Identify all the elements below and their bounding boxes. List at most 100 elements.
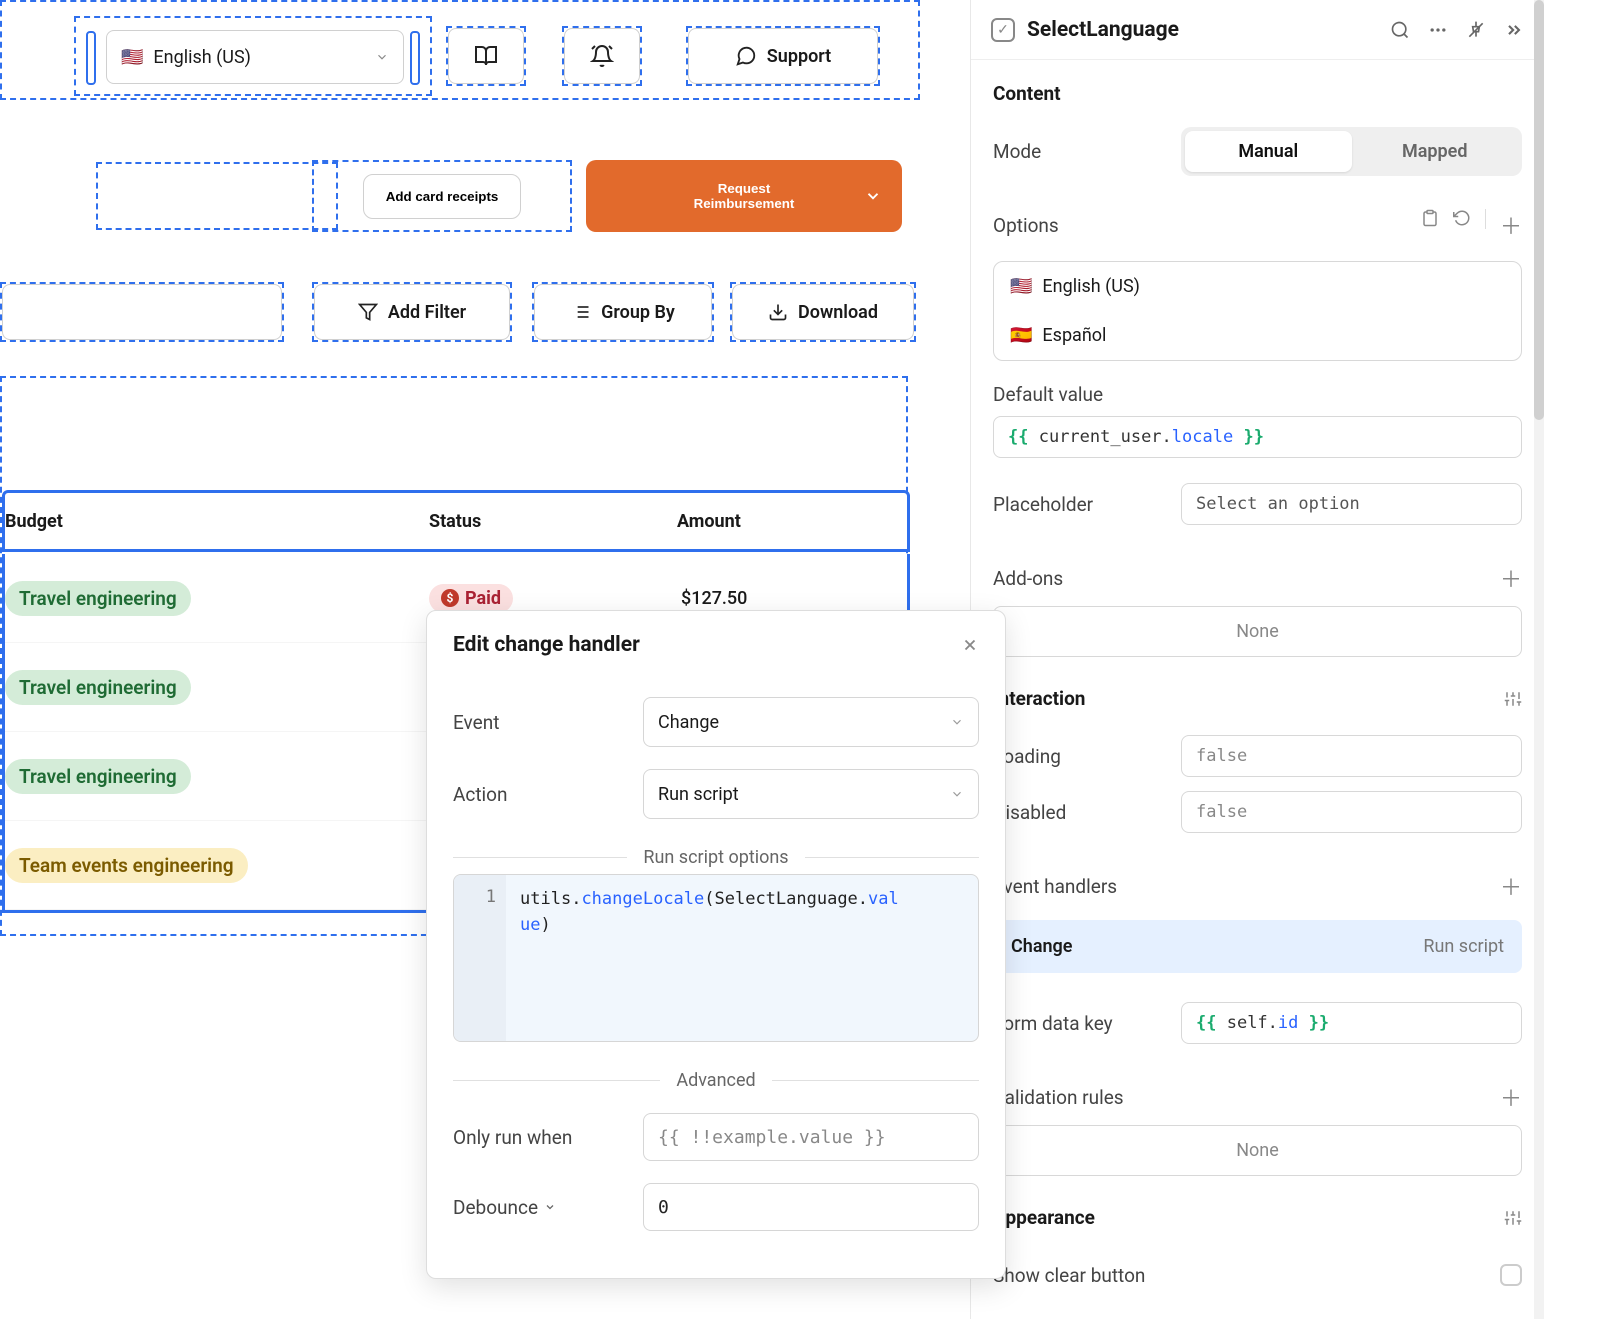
placeholder-input[interactable]: Select an option	[1181, 483, 1522, 525]
edit-handler-modal: Edit change handler Event Change Action …	[426, 610, 1006, 1279]
option-label: Español	[1042, 325, 1106, 346]
debounce-label[interactable]: Debounce	[453, 1196, 643, 1219]
unpin-icon[interactable]	[1466, 20, 1486, 40]
scrollbar[interactable]	[1534, 0, 1544, 1319]
mode-manual[interactable]: Manual	[1185, 131, 1352, 172]
addons-label: Add-ons	[993, 567, 1181, 590]
show-clear-label: Show clear button	[993, 1264, 1145, 1287]
form-data-key-label: Form data key	[993, 1012, 1181, 1035]
event-label: Event	[453, 711, 643, 734]
code-editor[interactable]: 1 utils.changeLocale(SelectLanguage.valu…	[453, 874, 979, 1042]
download-button[interactable]: Download	[732, 284, 914, 340]
flag-icon: 🇺🇸	[121, 47, 143, 68]
run-script-divider: Run script options	[453, 847, 979, 868]
action-select[interactable]: Run script	[643, 769, 979, 819]
content-title: Content	[993, 82, 1522, 105]
inspector-header: ✓ SelectLanguage	[971, 0, 1544, 60]
budget-tag: Travel engineering	[5, 670, 191, 705]
advanced-divider: Advanced	[453, 1070, 979, 1091]
flag-icon: 🇪🇸	[1010, 325, 1032, 346]
event-handler-item[interactable]: Change Run script	[993, 920, 1522, 973]
option-item[interactable]: 🇺🇸 English (US)	[994, 262, 1521, 311]
appearance-title: Appearance	[993, 1206, 1095, 1229]
chat-icon	[735, 45, 757, 67]
loading-input[interactable]: false	[1181, 735, 1522, 777]
component-type-icon: ✓	[991, 18, 1015, 42]
add-filter-button[interactable]: Add Filter	[314, 284, 510, 340]
event-select[interactable]: Change	[643, 697, 979, 747]
support-label: Support	[767, 46, 831, 67]
resize-handle-left[interactable]	[86, 31, 96, 85]
add-addon-button[interactable]: ＋	[1500, 562, 1522, 594]
support-button[interactable]: Support	[688, 28, 878, 84]
mode-label: Mode	[993, 140, 1181, 163]
topbar-outline: 🇺🇸 English (US)	[0, 0, 920, 100]
code-content[interactable]: utils.changeLocale(SelectLanguage.value)	[506, 875, 913, 1041]
actions-outline: Add card receipts Request Reimbursement	[0, 152, 912, 240]
filters-outline: Add Filter Group By Download	[0, 276, 916, 344]
col-amount[interactable]: Amount	[677, 511, 847, 532]
disabled-input[interactable]: false	[1181, 791, 1522, 833]
line-number: 1	[454, 875, 506, 1041]
request-line2: Reimbursement	[694, 196, 795, 211]
book-icon	[474, 44, 498, 68]
chevron-down-icon	[950, 715, 964, 729]
settings-icon[interactable]	[1504, 690, 1522, 708]
budget-tag: Team events engineering	[5, 848, 248, 883]
only-run-label: Only run when	[453, 1126, 643, 1149]
clipboard-icon[interactable]	[1421, 209, 1439, 241]
search-input[interactable]	[2, 284, 282, 340]
list-icon	[571, 302, 591, 322]
show-clear-checkbox[interactable]	[1500, 1264, 1522, 1286]
search-icon[interactable]	[1390, 20, 1410, 40]
only-run-input[interactable]: {{ !!example.value }}	[643, 1113, 979, 1161]
action-label: Action	[453, 783, 643, 806]
budget-tag: Travel engineering	[5, 581, 191, 616]
mode-mapped[interactable]: Mapped	[1352, 131, 1519, 172]
default-value-input[interactable]: {{ current_user.locale }}	[993, 416, 1522, 458]
request-line1: Request	[694, 181, 795, 196]
add-option-button[interactable]: ＋	[1500, 209, 1522, 241]
validation-none: None	[993, 1125, 1522, 1176]
more-icon[interactable]	[1428, 20, 1448, 40]
option-item[interactable]: 🇪🇸 Español	[994, 311, 1521, 360]
col-status[interactable]: Status	[429, 511, 629, 532]
bell-frame	[562, 26, 642, 86]
form-data-key-input[interactable]: {{ self.id }}	[1181, 1002, 1522, 1044]
add-handler-button[interactable]: ＋	[1500, 870, 1522, 902]
download-label: Download	[798, 302, 878, 323]
debounce-input[interactable]: 0	[643, 1183, 979, 1231]
eh-event: Change	[1011, 936, 1072, 957]
dollar-icon: $	[441, 589, 459, 607]
settings-icon[interactable]	[1504, 1209, 1522, 1227]
add-receipts-button[interactable]: Add card receipts	[363, 174, 522, 219]
actions-spacer	[96, 162, 338, 230]
addons-none: None	[993, 606, 1522, 657]
download-icon	[768, 302, 788, 322]
resize-handle-right[interactable]	[410, 31, 420, 85]
docs-button[interactable]	[448, 28, 524, 84]
disabled-label: Disabled	[993, 801, 1181, 824]
notifications-button[interactable]	[564, 28, 640, 84]
chevron-down-icon	[375, 50, 389, 64]
support-frame: Support	[686, 26, 880, 86]
modal-title: Edit change handler	[453, 633, 640, 657]
col-budget[interactable]: Budget	[5, 511, 315, 532]
scrollbar-thumb[interactable]	[1534, 0, 1544, 420]
add-filter-label: Add Filter	[388, 302, 466, 323]
collapse-icon[interactable]	[1504, 20, 1524, 40]
refresh-icon[interactable]	[1453, 209, 1471, 241]
eh-action: Run script	[1423, 936, 1504, 957]
default-value-label: Default value	[993, 383, 1181, 406]
add-validation-button[interactable]: ＋	[1500, 1081, 1522, 1113]
language-select[interactable]: 🇺🇸 English (US)	[106, 30, 404, 84]
language-label: English (US)	[153, 47, 251, 68]
language-component-frame[interactable]: 🇺🇸 English (US)	[74, 16, 432, 96]
group-by-button[interactable]: Group By	[534, 284, 712, 340]
close-button[interactable]	[961, 636, 979, 654]
mode-segmented: Manual Mapped	[1181, 127, 1522, 176]
component-name[interactable]: SelectLanguage	[1027, 18, 1378, 42]
chevron-down-icon	[544, 1201, 556, 1213]
chevron-down-icon	[864, 187, 882, 205]
request-reimbursement-button[interactable]: Request Reimbursement	[586, 160, 902, 232]
